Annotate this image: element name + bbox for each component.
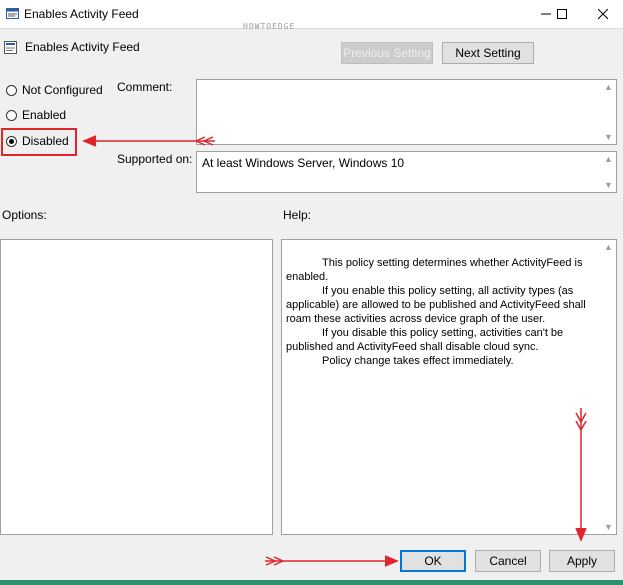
- help-label: Help:: [283, 208, 312, 222]
- policy-title: Enables Activity Feed: [25, 40, 140, 54]
- comment-textarea[interactable]: ▲ ▼: [196, 79, 617, 145]
- scroll-down-icon[interactable]: ▼: [604, 520, 613, 534]
- radio-not-configured[interactable]: Not Configured: [6, 82, 103, 98]
- maximize-button[interactable]: [547, 0, 577, 28]
- radio-label: Enabled: [22, 108, 67, 122]
- help-text: This policy setting determines whether A…: [286, 256, 596, 368]
- supported-on-field: At least Windows Server, Windows 10 ▲ ▼: [196, 151, 617, 193]
- help-panel: This policy setting determines whether A…: [281, 239, 617, 535]
- policy-setting-icon: [4, 41, 17, 54]
- radio-label: Not Configured: [22, 83, 103, 97]
- close-icon: [598, 9, 608, 19]
- ok-button[interactable]: OK: [400, 550, 466, 572]
- scroll-down-icon[interactable]: ▼: [604, 130, 613, 144]
- supported-on-value: At least Windows Server, Windows 10: [202, 156, 405, 170]
- close-button[interactable]: [588, 0, 618, 28]
- radio-button[interactable]: [6, 109, 17, 121]
- help-paragraph: This policy setting determines whether A…: [286, 257, 583, 283]
- options-label: Options:: [2, 208, 47, 222]
- supported-scrollbar[interactable]: ▲ ▼: [601, 152, 616, 192]
- scroll-up-icon[interactable]: ▲: [604, 152, 613, 166]
- supported-on-label: Supported on:: [117, 152, 193, 166]
- scroll-up-icon[interactable]: ▲: [604, 240, 613, 254]
- help-paragraph: If you enable this policy setting, all a…: [286, 285, 586, 325]
- annotation-highlight-box: [1, 128, 77, 156]
- comment-label: Comment:: [117, 80, 173, 94]
- radio-button[interactable]: [6, 84, 17, 96]
- radio-enabled[interactable]: Enabled: [6, 107, 66, 123]
- next-setting-button[interactable]: Next Setting: [442, 42, 534, 64]
- scroll-up-icon[interactable]: ▲: [604, 80, 613, 94]
- previous-setting-button[interactable]: Previous Setting: [341, 42, 433, 64]
- comment-scrollbar[interactable]: ▲ ▼: [601, 80, 616, 144]
- window-title: Enables Activity Feed: [24, 7, 139, 21]
- title-bar: Enables Activity Feed: [0, 0, 623, 29]
- help-paragraph: Policy change takes effect immediately.: [322, 355, 514, 367]
- cancel-button[interactable]: Cancel: [475, 550, 541, 572]
- options-panel: [0, 239, 273, 535]
- help-paragraph: If you disable this policy setting, acti…: [286, 327, 564, 353]
- watermark: HOWTOEDGE: [243, 22, 296, 31]
- apply-button[interactable]: Apply: [549, 550, 615, 572]
- policy-icon: [6, 8, 19, 19]
- bottom-border-strip: [0, 580, 623, 585]
- help-scrollbar[interactable]: ▲ ▼: [601, 240, 616, 534]
- maximize-icon: [557, 9, 567, 19]
- scroll-down-icon[interactable]: ▼: [604, 178, 613, 192]
